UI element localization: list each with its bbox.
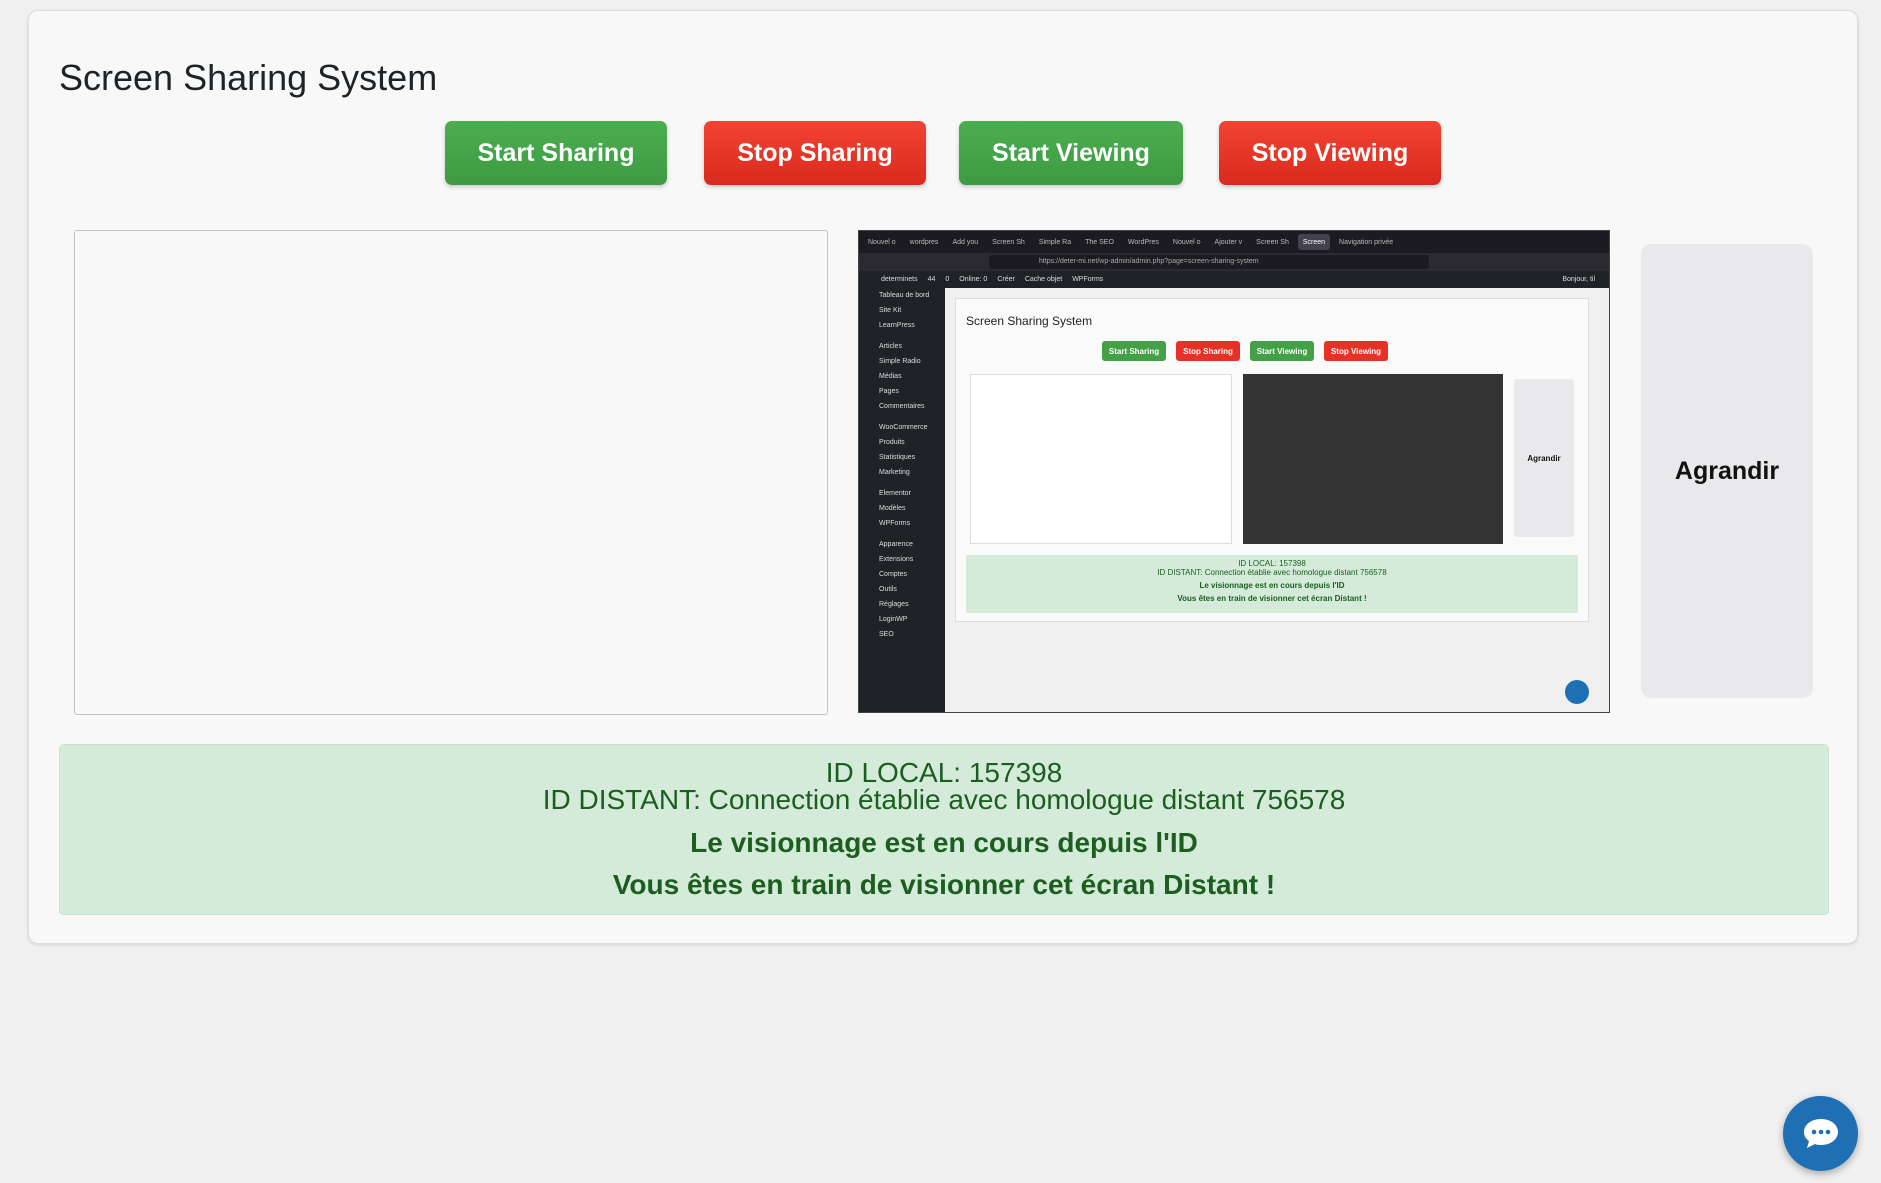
agrandir-button[interactable]: Agrandir: [1641, 244, 1813, 698]
viewing-status-text: Le visionnage est en cours depuis l'ID: [690, 827, 1198, 858]
remote-chat-icon: [1565, 680, 1589, 704]
remote-remote-video: [1243, 374, 1503, 544]
page-title: Screen Sharing System: [59, 57, 438, 98]
remote-menu-item: SEO: [879, 631, 894, 638]
start-viewing-button[interactable]: Start Viewing: [959, 121, 1183, 185]
remote-url-bar: https://deter-mi.net/wp-admin/admin.php?…: [859, 253, 1609, 271]
remote-menu-item: Tableau de bord: [879, 292, 930, 299]
remote-menu-item: Réglages: [879, 601, 909, 608]
local-video: [74, 230, 828, 715]
remote-adminbar-item: Cache objet: [1024, 276, 1063, 283]
remote-menu-item: Outils: [879, 586, 897, 593]
viewing-remote-text: Vous êtes en train de visionner cet écra…: [612, 869, 1276, 900]
remote-browser-tab: Ajouter v: [1214, 238, 1243, 246]
remote-browser-tab: Navigation privée: [1339, 238, 1394, 246]
remote-url-text: https://deter-mi.net/wp-admin/admin.php?…: [989, 255, 1429, 269]
remote-menu-item: Extensions: [879, 556, 914, 563]
remote-video: Nouvel o wordpres Add you Screen Sh Simple R…: [858, 230, 1610, 713]
remote-scrollbar: [1601, 288, 1609, 712]
remote-adminbar-item: Bonjour, til: [1562, 276, 1595, 283]
remote-stop-sharing: Stop Sharing: [1176, 341, 1240, 361]
remote-menu-item: Commentaires: [879, 403, 925, 410]
remote-menu-item: Apparence: [879, 541, 913, 548]
remote-menu-item: Médias: [879, 373, 902, 380]
remote-browser-tab: Nouvel o: [1172, 238, 1201, 246]
remote-stop-viewing: Stop Viewing: [1324, 341, 1388, 361]
remote-browser-tab: Screen Sh: [1256, 238, 1289, 246]
remote-menu-item: LearnPress: [879, 322, 915, 329]
remote-menu-item: Elementor: [879, 490, 911, 497]
remote-adminbar-item: Créer: [997, 276, 1015, 283]
remote-adminbar-item: determinets: [881, 276, 918, 283]
id-distant-text: ID DISTANT: Connection établie avec homo…: [542, 784, 1346, 815]
remote-title: Screen Sharing System: [966, 314, 1093, 328]
remote-browser-tab: Screen: [1297, 234, 1331, 250]
remote-start-sharing: Start Sharing: [1102, 341, 1166, 361]
remote-status-line-1: ID LOCAL: 157398: [1238, 559, 1306, 568]
remote-admin-menu: Tableau de bord Site Kit LearnPress Article…: [859, 288, 945, 712]
remote-adminbar-item: WPForms: [1072, 276, 1104, 283]
remote-adminbar-item: 0: [945, 276, 950, 283]
remote-menu-item: Articles: [879, 343, 902, 350]
remote-menu-item: Marketing: [879, 469, 910, 476]
remote-menu-item: LoginWP: [879, 616, 908, 623]
stop-sharing-button[interactable]: Stop Sharing: [704, 121, 926, 185]
chat-bubble-icon: [1803, 1118, 1838, 1148]
remote-browser-tab: Add you: [952, 238, 979, 246]
stop-viewing-button[interactable]: Stop Viewing: [1219, 121, 1441, 185]
remote-browser-tab: Screen Sh: [992, 238, 1025, 246]
start-sharing-button[interactable]: Start Sharing: [445, 121, 667, 185]
remote-menu-item: WPForms: [879, 520, 911, 527]
remote-browser-tab: The SEO: [1085, 238, 1114, 246]
remote-menu-item: Statistiques: [879, 454, 916, 461]
remote-agrandir: Agrandir: [1514, 379, 1574, 537]
remote-card: Screen Sharing System Start Sharing Stop…: [955, 298, 1589, 622]
remote-status-panel: ID LOCAL: 157398 ID DISTANT: Connection …: [966, 555, 1578, 613]
remote-main-area: Screen Sharing System Start Sharing Stop…: [945, 288, 1607, 712]
remote-status-line-4: Vous êtes en train de visionner cet écra…: [1177, 594, 1367, 603]
remote-menu-item: Comptes: [879, 571, 908, 578]
remote-local-video: [970, 374, 1232, 544]
remote-browser-tabs: Nouvel o wordpres Add you Screen Sh Simple R…: [859, 231, 1609, 253]
remote-start-viewing: Start Viewing: [1250, 341, 1314, 361]
remote-browser-tab: WordPres: [1127, 238, 1159, 246]
remote-menu-item: WooCommerce: [879, 424, 928, 431]
remote-admin-bar: determinets 44 0 Online: 0 Créer Cache objet W…: [859, 271, 1609, 288]
remote-browser-tab: Simple Ra: [1038, 238, 1072, 246]
remote-menu-item: Simple Radio: [879, 358, 921, 365]
remote-menu-item: Pages: [879, 388, 899, 395]
remote-browser-tab: Nouvel o: [868, 238, 896, 246]
remote-browser-tab: wordpres: [909, 238, 939, 246]
remote-status-line-3: Le visionnage est en cours depuis l'ID: [1199, 581, 1345, 590]
remote-adminbar-item: Online: 0: [959, 276, 988, 283]
status-panel: ID LOCAL: 157398 ID DISTANT: Connection …: [59, 744, 1829, 915]
remote-menu-item: Site Kit: [879, 307, 902, 314]
screen-sharing-card: Screen Sharing System Start Sharing Stop…: [28, 10, 1858, 944]
chat-button[interactable]: [1783, 1096, 1858, 1171]
remote-adminbar-item: 44: [927, 276, 936, 283]
remote-menu-item: Produits: [879, 439, 905, 446]
remote-menu-item: Modèles: [879, 505, 906, 512]
remote-status-line-2: ID DISTANT: Connection établie avec homo…: [1157, 568, 1387, 577]
